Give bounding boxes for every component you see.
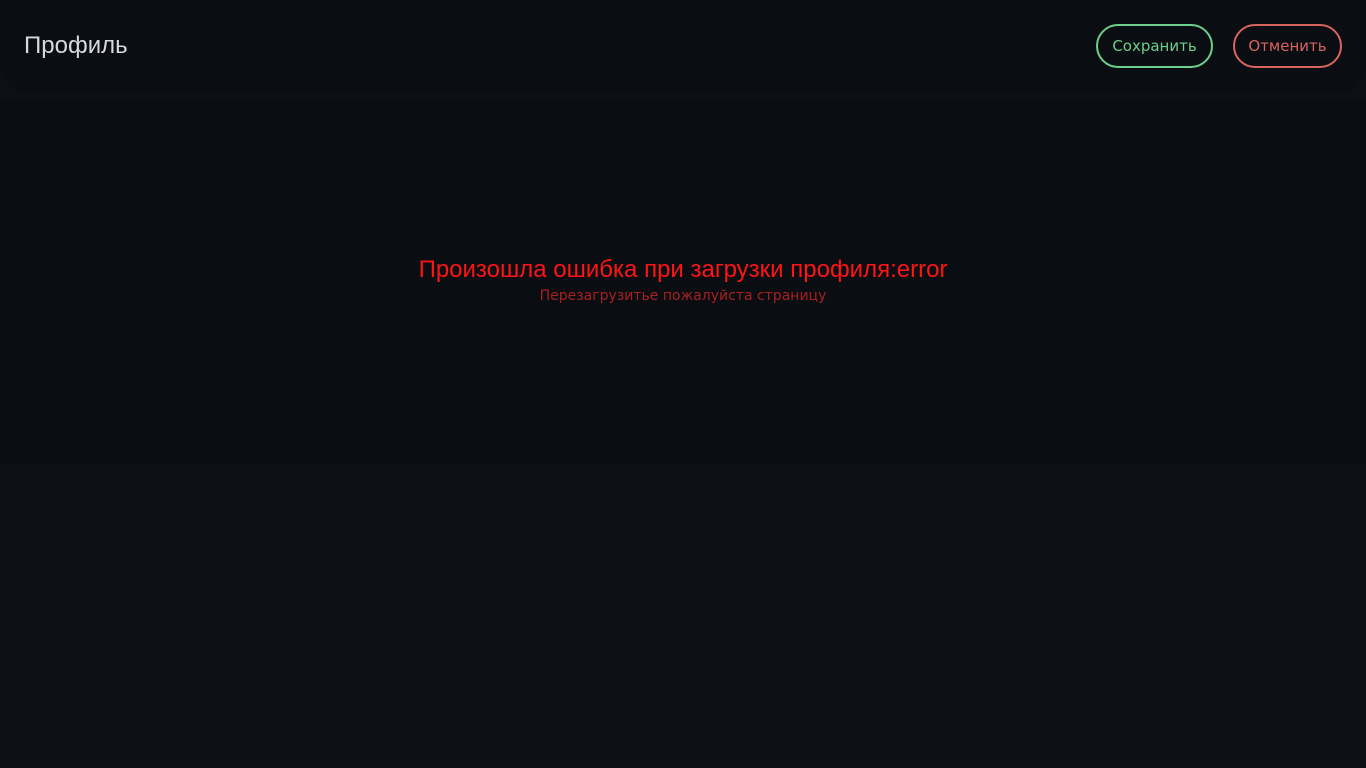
- cancel-button[interactable]: Отменить: [1233, 24, 1342, 68]
- error-message: Произошла ошибка при загрузки профиля:er…: [0, 256, 1366, 306]
- save-button[interactable]: Сохранить: [1096, 24, 1213, 68]
- profile-content-panel: Произошла ошибка при загрузки профиля:er…: [0, 100, 1366, 464]
- error-hint: Перезагрузитье пожалуйста страницу: [539, 288, 827, 304]
- header-bar: Профиль Сохранить Отменить: [0, 0, 1366, 92]
- error-title: Произошла ошибка при загрузки профиля:er…: [418, 256, 948, 283]
- page-title: Профиль: [24, 32, 128, 59]
